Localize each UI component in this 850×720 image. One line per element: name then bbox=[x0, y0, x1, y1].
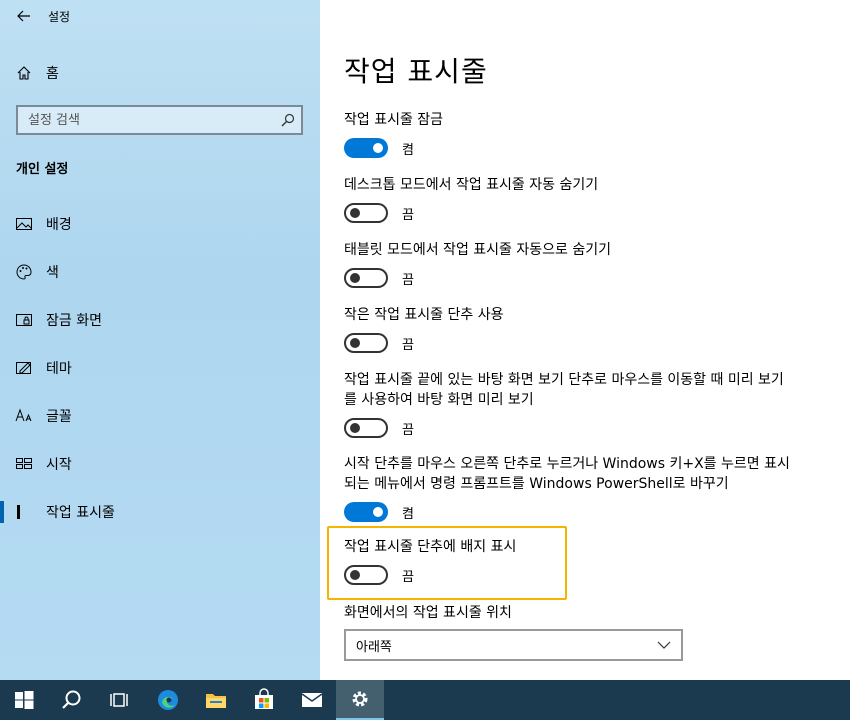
toggle-state: 켬 bbox=[402, 142, 414, 158]
toggle-switch[interactable] bbox=[344, 333, 388, 353]
edge-button[interactable] bbox=[144, 680, 192, 720]
sidebar-item-color[interactable]: 색 bbox=[0, 248, 320, 296]
image-icon bbox=[0, 215, 48, 233]
edge-icon bbox=[158, 690, 178, 710]
toggle-knob bbox=[373, 507, 383, 517]
sidebar-item-label: 색 bbox=[46, 265, 59, 281]
sidebar-item-label: 배경 bbox=[46, 217, 72, 233]
theme-icon bbox=[0, 359, 48, 377]
toggle-row[interactable]: 끔 bbox=[344, 268, 794, 288]
setting-lock-taskbar: 작업 표시줄 잠금 켬 bbox=[344, 110, 794, 158]
position-select[interactable]: 아래쪽 bbox=[344, 629, 683, 661]
toggle-knob bbox=[350, 273, 360, 283]
section-title: 개인 설정 bbox=[16, 162, 69, 177]
toggle-row[interactable]: 끔 bbox=[344, 333, 794, 353]
mail-icon bbox=[301, 693, 323, 707]
toggle-knob bbox=[373, 143, 383, 153]
taskbar bbox=[0, 680, 850, 720]
toggle-switch[interactable] bbox=[344, 203, 388, 223]
sidebar-item-fonts[interactable]: 글꼴 bbox=[0, 392, 320, 440]
toggle-knob bbox=[350, 423, 360, 433]
setting-label: 태블릿 모드에서 작업 표시줄 자동으로 숨기기 bbox=[344, 242, 611, 258]
sidebar-nav: 배경 색 잠금 화면 테마 글꼴 시작 작업 표시줄 bbox=[0, 200, 320, 536]
setting-peek: 작업 표시줄 끝에 있는 바탕 화면 보기 단추로 마우스를 이동할 때 미리 … bbox=[344, 370, 794, 438]
gear-icon bbox=[352, 691, 368, 707]
mail-button[interactable] bbox=[288, 680, 336, 720]
sidebar: 설정 홈 개인 설정 배경 색 잠금 화면 bbox=[0, 0, 320, 680]
sidebar-item-taskbar[interactable]: 작업 표시줄 bbox=[0, 488, 320, 536]
app-title: 설정 bbox=[48, 9, 71, 24]
setting-auto-hide-desktop: 데스크톱 모드에서 작업 표시줄 자동 숨기기 끔 bbox=[344, 175, 794, 223]
start-button[interactable] bbox=[0, 680, 48, 720]
setting-label: 작업 표시줄 끝에 있는 바탕 화면 보기 단추로 마우스를 이동할 때 미리 … bbox=[344, 372, 784, 408]
toggle-state: 끔 bbox=[402, 272, 414, 288]
setting-auto-hide-tablet: 태블릿 모드에서 작업 표시줄 자동으로 숨기기 끔 bbox=[344, 240, 794, 288]
task-view-button[interactable] bbox=[96, 680, 144, 720]
toggle-state: 끔 bbox=[402, 422, 414, 438]
back-button[interactable] bbox=[0, 0, 48, 32]
sidebar-item-theme[interactable]: 테마 bbox=[0, 344, 320, 392]
toggle-switch[interactable] bbox=[344, 418, 388, 438]
search-box bbox=[16, 105, 303, 135]
setting-powershell: 시작 단추를 마우스 오른쪽 단추로 누르거나 Windows 키+X를 누르면… bbox=[344, 454, 794, 522]
sidebar-item-start[interactable]: 시작 bbox=[0, 440, 320, 488]
toggle-state: 끔 bbox=[402, 207, 414, 223]
toggle-switch[interactable] bbox=[344, 138, 388, 158]
highlight-box bbox=[327, 526, 567, 600]
sidebar-item-label: 글꼴 bbox=[46, 409, 72, 425]
sidebar-item-label: 테마 bbox=[46, 361, 72, 377]
start-icon bbox=[0, 455, 48, 473]
store-button[interactable] bbox=[240, 680, 288, 720]
chevron-down-icon bbox=[657, 641, 671, 649]
store-icon bbox=[255, 688, 273, 709]
page-title: 작업 표시줄 bbox=[344, 55, 488, 88]
position-label: 화면에서의 작업 표시줄 위치 bbox=[344, 605, 512, 621]
font-icon bbox=[0, 407, 48, 425]
search-icon bbox=[62, 690, 81, 709]
sidebar-item-lock-screen[interactable]: 잠금 화면 bbox=[0, 296, 320, 344]
search-icon[interactable] bbox=[275, 107, 301, 133]
toggle-row[interactable]: 켬 bbox=[344, 502, 794, 522]
setting-small-buttons: 작은 작업 표시줄 단추 사용 끔 bbox=[344, 305, 794, 353]
sidebar-item-label: 시작 bbox=[46, 457, 72, 473]
file-explorer-button[interactable] bbox=[192, 680, 240, 720]
settings-taskbar-button[interactable] bbox=[336, 680, 384, 720]
setting-label: 작업 표시줄 잠금 bbox=[344, 112, 444, 128]
position-select-value: 아래쪽 bbox=[356, 639, 392, 655]
title-bar: 설정 bbox=[0, 0, 320, 32]
toggle-state: 끔 bbox=[402, 337, 414, 353]
home-icon bbox=[17, 66, 31, 80]
toggle-switch[interactable] bbox=[344, 268, 388, 288]
lock-screen-icon bbox=[0, 311, 48, 329]
toggle-row[interactable]: 켬 bbox=[344, 138, 794, 158]
folder-icon bbox=[206, 694, 226, 708]
setting-label: 시작 단추를 마우스 오른쪽 단추로 누르거나 Windows 키+X를 누르면… bbox=[344, 456, 790, 492]
toggle-row[interactable]: 끔 bbox=[344, 418, 794, 438]
setting-label: 데스크톱 모드에서 작업 표시줄 자동 숨기기 bbox=[344, 177, 599, 193]
search-taskbar-button[interactable] bbox=[48, 680, 96, 720]
home-label: 홈 bbox=[46, 66, 59, 82]
toggle-knob bbox=[350, 338, 360, 348]
task-view-icon bbox=[110, 693, 128, 707]
toggle-knob bbox=[350, 208, 360, 218]
setting-label: 작은 작업 표시줄 단추 사용 bbox=[344, 307, 504, 323]
toggle-switch[interactable] bbox=[344, 502, 388, 522]
sidebar-item-background[interactable]: 배경 bbox=[0, 200, 320, 248]
sidebar-item-label: 잠금 화면 bbox=[46, 313, 102, 329]
home-link[interactable]: 홈 bbox=[16, 60, 59, 86]
taskbar-icon bbox=[0, 503, 48, 521]
windows-logo-icon bbox=[15, 691, 34, 709]
sidebar-item-label: 작업 표시줄 bbox=[46, 505, 115, 521]
search-input[interactable] bbox=[18, 112, 275, 128]
toggle-state: 켬 bbox=[402, 506, 414, 522]
palette-icon bbox=[0, 263, 48, 281]
back-arrow-icon bbox=[17, 10, 30, 22]
toggle-row[interactable]: 끔 bbox=[344, 203, 794, 223]
